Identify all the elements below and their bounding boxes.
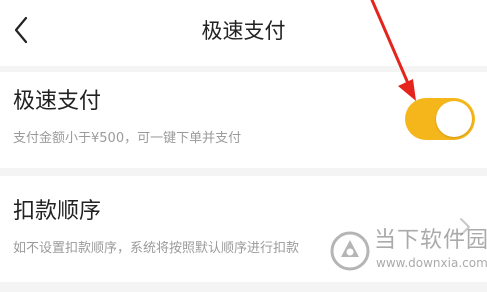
quick-pay-toggle[interactable] <box>405 98 475 140</box>
header-bar: 极速支付 <box>0 0 487 66</box>
quick-pay-title: 极速支付 <box>13 89 102 114</box>
back-chevron-left-icon[interactable] <box>8 14 34 46</box>
setting-row-quick-pay: 极速支付 支付金额小于¥500，可一键下单并支付 <box>0 72 487 168</box>
toggle-knob <box>436 101 472 137</box>
setting-row-deduction-order[interactable]: 扣款顺序 如不设置扣款顺序，系统将按照默认顺序进行扣款 <box>0 176 487 282</box>
quick-pay-description: 支付金额小于¥500，可一键下单并支付 <box>13 131 242 146</box>
deduction-order-description: 如不设置扣款顺序，系统将按照默认顺序进行扣款 <box>13 241 300 256</box>
chevron-right-icon <box>460 218 470 236</box>
page-title: 极速支付 <box>201 19 286 43</box>
deduction-order-title: 扣款顺序 <box>13 199 102 224</box>
